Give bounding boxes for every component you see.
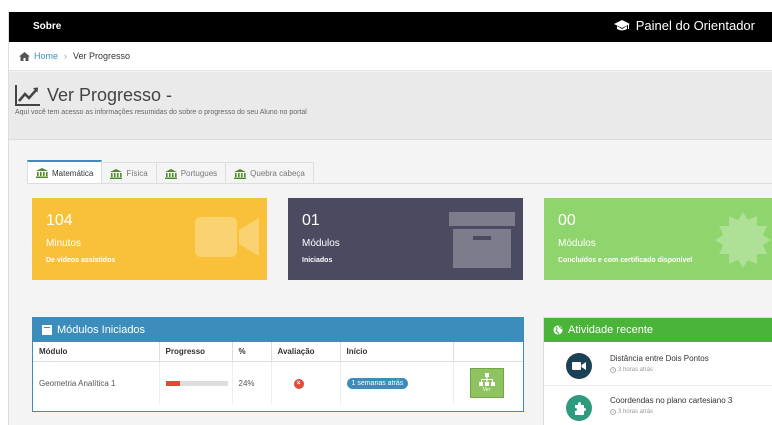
activity-title: Distância entre Dois Pontos [610, 354, 709, 363]
progress-percent: 24% [232, 361, 272, 405]
column-header: Progresso [159, 342, 233, 362]
column-header: Avaliação [271, 342, 341, 362]
stat-label: Módulos [558, 238, 596, 249]
stat-label: Módulos [302, 238, 340, 249]
clock-icon [610, 367, 616, 373]
table-header-row: Módulo Progresso % Avaliação Início [33, 342, 523, 362]
activity-title: Coordendas no plano cartesiano 3 [610, 396, 733, 405]
start-cell: 1 semanas atrás [340, 361, 454, 405]
ver-button[interactable]: Ver [469, 368, 504, 399]
activity-time-text: 3 horas atrás [618, 367, 654, 373]
start-badge: 1 semanas atrás [346, 377, 409, 389]
sobre-link[interactable]: Sobre [33, 21, 61, 32]
archive-box-icon [449, 212, 515, 268]
tabs-divider [27, 183, 772, 184]
page-title: Ver Progresso - [15, 84, 172, 106]
bank-icon [164, 168, 177, 179]
activity-time: 3 horas atrás [610, 409, 653, 415]
tab-portugues[interactable]: Portugues [155, 162, 227, 184]
activity-time: 3 horas atrás [610, 367, 653, 373]
tab-quebra-cabeca[interactable]: Quebra cabeça [225, 162, 314, 184]
breadcrumb-current: Ver Progresso [73, 51, 131, 61]
breadcrumb: Home › Ver Progresso [9, 42, 772, 71]
book-icon [42, 325, 52, 335]
stat-card-modulos-iniciados: 01 Módulos Iniciados [288, 198, 523, 280]
app-frame: Sobre Painel do Orientador Home › Ver Pr… [8, 12, 772, 425]
graduation-cap-icon [613, 19, 630, 30]
modulos-panel-title: Módulos Iniciados [57, 324, 146, 336]
tab-label: Física [126, 169, 148, 178]
modulos-panel-header: Módulos Iniciados [33, 318, 523, 342]
column-header [453, 342, 523, 362]
stat-number: 104 [46, 212, 73, 229]
bank-icon [110, 168, 123, 179]
page-title-text: Ver Progresso - [47, 84, 173, 105]
x-circle-icon: × [293, 378, 304, 389]
breadcrumb-home[interactable]: Home [19, 51, 58, 61]
progress-cell [159, 361, 233, 405]
modulos-table: Módulo Progresso % Avaliação Início Geom… [33, 342, 523, 405]
painel-title: Painel do Orientador [635, 18, 755, 33]
stat-card-modulos-concluidos: 00 Módulos Concluídos e com certificado … [544, 198, 772, 280]
atividade-panel-title: Atividade recente [568, 324, 653, 336]
line-chart-icon [15, 85, 40, 106]
ver-button-label: Ver [482, 387, 491, 394]
progress-bar [165, 380, 228, 386]
evaluation-cell: × [271, 361, 341, 405]
tab-label: Quebra cabeça [250, 169, 305, 178]
breadcrumb-separator: › [64, 51, 68, 61]
certificate-icon [715, 212, 771, 268]
painel-orientador-link[interactable]: Painel do Orientador [613, 18, 755, 33]
globe-icon [553, 325, 563, 335]
clock-icon [610, 409, 616, 415]
list-item[interactable]: Coordendas no plano cartesiano 3 3 horas… [544, 388, 772, 425]
tab-fisica[interactable]: Física [101, 162, 157, 184]
subject-tabs: Matemática Física Portugues Quebra cabeç… [27, 160, 314, 184]
action-cell: Ver [453, 361, 523, 405]
tab-label: Portugues [180, 169, 218, 178]
page-subtitle: Aqui você tem acesso as informações resu… [15, 109, 307, 116]
stat-number: 01 [302, 212, 320, 229]
tab-label: Matemática [52, 168, 94, 178]
list-item[interactable]: Distância entre Dois Pontos 3 horas atrá… [544, 346, 772, 386]
atividade-recente-panel: Atividade recente Distância entre Dois P… [543, 317, 772, 425]
stat-card-minutos: 104 Minutos De vídeos assistidos [32, 198, 267, 280]
table-row: Geometria Analítica 1 24% × 1 semanas at… [33, 361, 523, 405]
column-header: Módulo [33, 342, 160, 362]
sitemap-icon [478, 373, 495, 387]
breadcrumb-home-label: Home [34, 51, 59, 61]
stat-label: Minutos [46, 238, 82, 249]
bank-icon [36, 168, 48, 178]
column-header: Início [340, 342, 454, 362]
progress-bar-fill [165, 380, 181, 386]
video-camera-icon [572, 362, 586, 370]
column-header: % [232, 342, 272, 362]
activity-icon-circle [566, 395, 592, 421]
stat-description: Iniciados [302, 257, 333, 264]
home-icon [19, 51, 30, 61]
modulos-iniciados-panel: Módulos Iniciados Módulo Progresso % Ava… [32, 317, 524, 412]
atividade-panel-header: Atividade recente [544, 318, 772, 342]
activity-icon-circle [566, 353, 592, 379]
top-navbar: Sobre Painel do Orientador [9, 12, 772, 42]
video-camera-icon [195, 217, 259, 257]
stat-description: De vídeos assistidos [46, 257, 116, 264]
stat-number: 00 [558, 212, 576, 229]
page-header: Ver Progresso - Aqui você tem acesso as … [9, 72, 772, 140]
tab-matematica[interactable]: Matemática [27, 160, 103, 184]
activity-time-text: 3 horas atrás [618, 409, 654, 415]
module-name: Geometria Analítica 1 [33, 361, 160, 405]
bank-icon [234, 168, 247, 179]
stat-description: Concluídos e com certificado disponível [558, 257, 693, 264]
puzzle-icon [574, 401, 586, 415]
